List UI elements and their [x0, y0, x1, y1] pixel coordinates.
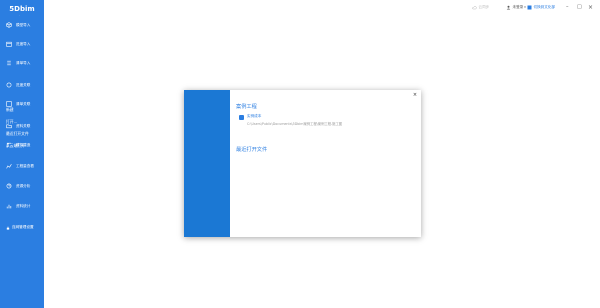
example-projects-title: 案例工程 [236, 104, 257, 110]
menu-new[interactable]: 新建 [6, 107, 14, 113]
sidebar-item-label: 工程量查看 [16, 163, 34, 168]
user-label: 未登录 [512, 4, 524, 9]
close-icon: × [588, 3, 594, 11]
list-icon [6, 60, 12, 66]
user-icon [506, 5, 511, 9]
maximize-icon: □ [577, 4, 582, 10]
sidebar-item-label: 进度导入 [16, 41, 31, 46]
close-window-button[interactable]: × [588, 3, 593, 11]
minimize-icon: – [566, 4, 569, 10]
sidebar-item-bill-import[interactable]: 清单导入 [0, 58, 44, 68]
chevron-down-icon: ▾ [524, 5, 526, 9]
cube-icon [6, 22, 12, 28]
sidebar-item-label: 清单导入 [16, 60, 31, 65]
cloud-sync-label: 云同步 [478, 4, 490, 9]
pie-icon [6, 183, 12, 189]
recent-files-title: 最近打开文件 [236, 147, 268, 153]
switch-label: 切换到文化部 [533, 4, 556, 9]
menu-open-cloud[interactable]: 从云端打开 [6, 143, 25, 149]
maximize-button[interactable]: □ [577, 3, 582, 11]
minimize-button[interactable]: – [566, 3, 569, 11]
sidebar-item-label: 资料关联 [16, 123, 31, 128]
sidebar-item-label: 资料统计 [16, 203, 31, 208]
dialog-close-button[interactable]: × [412, 92, 418, 98]
sidebar-item-docs-stats[interactable]: 资料统计 [0, 201, 44, 211]
sidebar-item-quantity-view[interactable]: 工程量查看 [0, 161, 44, 171]
calendar-icon [6, 41, 12, 47]
sidebar-item-resource-analysis[interactable]: 资源分析 [0, 181, 44, 191]
sidebar-item-label: 资源分析 [16, 183, 31, 188]
link-icon [6, 82, 12, 88]
sidebar-item-label: 进度关联 [16, 82, 31, 87]
sidebar-item-label: 清单关联 [16, 101, 31, 106]
lock-icon [6, 226, 10, 230]
project-file-icon [239, 115, 244, 120]
cloud-icon [472, 5, 477, 9]
example-project-name[interactable]: 实例成本 [247, 114, 261, 119]
switch-icon [527, 5, 532, 9]
app-logo-mark: · [19, 13, 20, 17]
sidebar-item-schedule-import[interactable]: 进度导入 [0, 39, 44, 49]
user-menu[interactable]: 未登录 ▾ [506, 3, 526, 11]
example-project-path: C:\Users\Public\Documents\5Dbim案例工程\案例工程… [247, 122, 343, 126]
network-settings-button[interactable]: 连网管理设置 [6, 225, 34, 230]
sidebar-item-model-import[interactable]: 模型导入 [0, 20, 44, 30]
menu-recent[interactable]: 最近打开文件 [6, 131, 29, 137]
cloud-sync-button[interactable]: 云同步 [472, 3, 489, 11]
switch-button[interactable]: 切换到文化部 [527, 3, 555, 11]
bar-icon [6, 203, 12, 209]
dialog-content [230, 90, 421, 237]
sidebar-item-label: 模型导入 [16, 22, 31, 27]
sidebar: 5Dbim · 模型导入 进度导入 清单导入 进度关联 清单关联 资料关联 模拟… [0, 0, 44, 308]
sidebar-item-schedule-link[interactable]: 进度关联 [0, 80, 44, 90]
dialog-side-panel [184, 90, 230, 237]
network-settings-label: 连网管理设置 [12, 225, 34, 229]
chart-icon [6, 163, 12, 169]
menu-open[interactable]: 打开... [6, 119, 17, 125]
